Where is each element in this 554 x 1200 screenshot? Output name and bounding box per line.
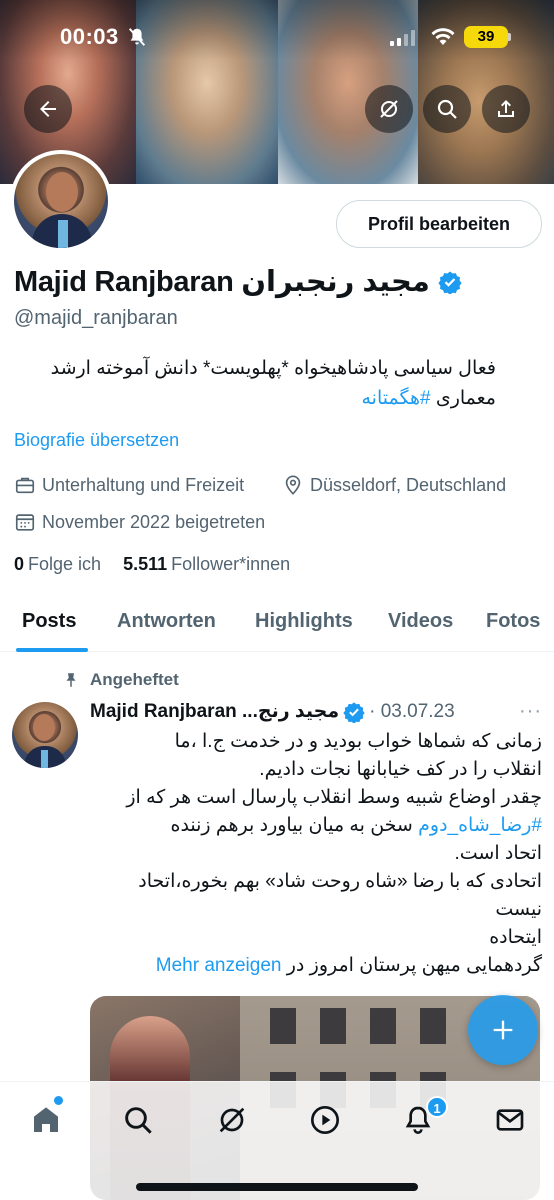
profile-tabs: Posts Antworten Highlights Videos Fotos [0, 592, 554, 652]
profile-location: Düsseldorf, Deutschland [282, 474, 506, 496]
category-label: Unterhaltung und Freizeit [42, 474, 245, 495]
followers-count: 5.511 [123, 554, 168, 574]
verified-badge-icon[interactable] [438, 270, 462, 294]
tab-posts[interactable]: Posts [22, 610, 76, 633]
following-label: Folge ich [28, 554, 102, 574]
search-icon [125, 1107, 152, 1134]
avatar-tie [58, 220, 68, 248]
profile-category: Unterhaltung und Freizeit [14, 474, 244, 496]
tweet-line: ایتحاده [489, 927, 542, 948]
back-button[interactable] [24, 85, 72, 133]
profile-joined: November 2022 beigetreten [14, 511, 265, 533]
tweet-author-avatar[interactable] [12, 702, 78, 768]
tab-highlights[interactable]: Highlights [255, 610, 353, 633]
nav-home[interactable] [26, 1100, 66, 1140]
bio-hashtag-link[interactable]: #هگمتانه [361, 388, 430, 409]
share-icon [498, 100, 514, 117]
home-unread-dot [54, 1096, 63, 1105]
plus-icon [493, 1020, 513, 1040]
media-window [370, 1008, 396, 1044]
tweet-line: گردهمایی میهن پرستان امروز در Mehr anzei… [90, 952, 542, 980]
tab-photos[interactable]: Fotos [486, 610, 540, 633]
video-icon [311, 1106, 339, 1134]
active-tab-indicator [16, 648, 88, 652]
location-pin-icon [285, 475, 301, 495]
battery-tip [508, 33, 511, 41]
briefcase-icon [15, 477, 35, 494]
tweet-line: اتحاد است. [454, 843, 543, 864]
tweet-avatar-face [33, 714, 55, 741]
notification-count-badge: 1 [426, 1096, 448, 1118]
tweet-hashtag-link[interactable]: #رضا_شاه_دوم [418, 815, 542, 836]
following-link[interactable]: 0 Folge ich [14, 554, 101, 575]
nav-search[interactable] [118, 1100, 158, 1140]
tab-replies[interactable]: Antworten [117, 610, 216, 633]
name-row: Majid Ranjbaran مجید رنجبران [14, 264, 462, 299]
tweet-text[interactable]: زمانی که شماها خواب بودید و در خدمت ج.ا … [90, 728, 542, 980]
status-time: 00:03 [60, 24, 119, 49]
tweet-line: اتحادی که با رضا «شاه روحت شاد» بهم بخور… [138, 871, 542, 892]
media-window [420, 1008, 446, 1044]
grok-icon [219, 1107, 245, 1133]
pin-icon [66, 673, 76, 687]
show-more-link[interactable]: Mehr anzeigen [156, 955, 282, 976]
arrow-left-icon [40, 101, 56, 117]
tweet-line-text: سخن به میان بیاورد برهم زننده [170, 815, 419, 836]
home-icon [34, 1107, 58, 1132]
mail-icon [496, 1109, 524, 1131]
display-name: Majid Ranjbaran مجید رنجبران [14, 266, 430, 298]
battery-icon: 39 [464, 26, 508, 48]
tweet-author-name[interactable]: Majid Ranjbaran ...مجید رنج [90, 700, 339, 723]
compose-post-button[interactable] [468, 995, 538, 1065]
wifi-icon [431, 28, 455, 45]
tweet-line: زمانی که شماها خواب بودید و در خدمت ج.ا … [174, 731, 542, 752]
nav-videos[interactable] [305, 1100, 345, 1140]
followers-link[interactable]: 5.511 Follower*innen [123, 554, 290, 575]
follow-stats: 0 Folge ich 5.511 Follower*innen [14, 554, 290, 575]
profile-bio: فعال سیاسی پادشاهیخواه *پهلویست* دانش آم… [14, 354, 496, 414]
grok-icon [380, 100, 398, 118]
pinned-label: Angeheftet [90, 670, 179, 689]
media-window [320, 1008, 346, 1044]
profile-avatar[interactable] [10, 150, 112, 252]
verified-badge-icon [343, 701, 365, 723]
tweet-avatar-tie [41, 750, 48, 768]
media-window [270, 1008, 296, 1044]
share-button[interactable] [482, 85, 530, 133]
tweet-line: #رضا_شاه_دوم سخن به میان بیاورد برهم زنن… [90, 812, 542, 840]
edit-profile-button[interactable]: Profil bearbeiten [336, 200, 542, 248]
grok-button[interactable] [365, 85, 413, 133]
tweet-line: انقلاب را در کف خیابانها نجات دادیم. [259, 759, 542, 780]
tweet-more-button[interactable]: ··· [519, 700, 542, 723]
following-count: 0 [14, 554, 25, 574]
user-handle: @majid_ranjbaran [14, 307, 178, 329]
bell-slash-icon [128, 28, 146, 46]
pinned-indicator: Angeheftet [62, 670, 179, 690]
translate-bio-link[interactable]: Biografie übersetzen [14, 430, 179, 451]
location-label: Düsseldorf, Deutschland [310, 474, 507, 495]
nav-grok[interactable] [212, 1100, 252, 1140]
calendar-icon [15, 514, 35, 531]
tweet-line: چقدر اوضاع شبیه وسط انقلاب پارسال است هر… [126, 787, 542, 808]
joined-label: November 2022 beigetreten [42, 511, 266, 532]
tab-videos[interactable]: Videos [388, 610, 453, 633]
tweet-date[interactable]: · 03.07.23 [369, 701, 455, 723]
tweet-header: Majid Ranjbaran ...مجید رنج · 03.07.23 ·… [90, 700, 542, 723]
signal-icon [390, 30, 415, 46]
search-button[interactable] [423, 85, 471, 133]
home-indicator [136, 1183, 418, 1191]
avatar-face [46, 172, 78, 212]
tweet-line-text: گردهمایی میهن پرستان امروز در [281, 955, 542, 976]
tweet-line: نیست [495, 899, 542, 920]
followers-label: Follower*innen [171, 554, 291, 574]
search-icon [437, 99, 457, 119]
nav-messages[interactable] [490, 1100, 530, 1140]
